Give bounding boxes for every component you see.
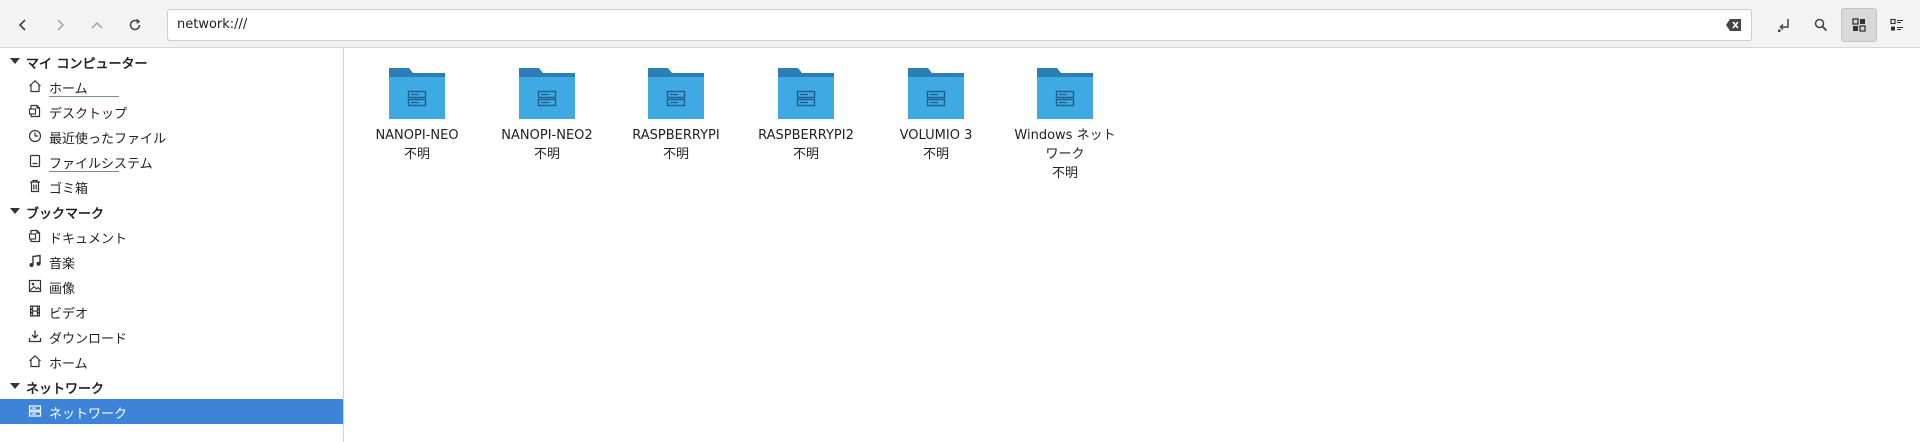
network-folder-icon xyxy=(778,68,834,119)
item-status: 不明 xyxy=(533,147,560,162)
network-share-item[interactable]: RASPBERRYPI2 不明 xyxy=(751,64,861,164)
item-name: RASPBERRYPI2 xyxy=(758,128,854,143)
backspace-clear-icon[interactable] xyxy=(1725,17,1743,33)
toggle-location-button[interactable] xyxy=(1767,8,1801,42)
sidebar-section-bookmarks[interactable]: ブックマーク xyxy=(0,199,343,224)
item-name: NANOPI-NEO xyxy=(375,128,459,143)
item-status: 不明 xyxy=(1051,166,1078,181)
sidebar-item-home-bookmark[interactable]: ホーム xyxy=(0,349,343,374)
network-share-item[interactable]: NANOPI-NEO 不明 xyxy=(362,64,472,164)
network-share-item[interactable]: VOLUMIO 3 不明 xyxy=(881,64,991,164)
sidebar-item-label: 音楽 xyxy=(49,257,76,272)
home-icon xyxy=(29,79,41,93)
sidebar-item-label: ファイルシステム xyxy=(49,157,153,172)
network-folder-icon xyxy=(389,68,445,119)
item-status: 不明 xyxy=(403,147,430,162)
location-input[interactable]: network:/// xyxy=(177,10,247,40)
home-icon xyxy=(29,354,41,368)
sidebar-item-music[interactable]: 音楽 xyxy=(0,249,343,274)
document-icon xyxy=(28,229,41,243)
sidebar-item-pictures[interactable]: 画像 xyxy=(0,274,343,299)
search-button[interactable] xyxy=(1804,8,1838,42)
sidebar-item-videos[interactable]: ビデオ xyxy=(0,299,343,324)
trash-icon xyxy=(30,179,40,193)
expander-arrow-icon[interactable] xyxy=(10,208,20,214)
forward-button[interactable] xyxy=(43,8,77,42)
network-folder-icon xyxy=(519,68,575,119)
item-status: 不明 xyxy=(792,147,819,162)
chevron-left-icon xyxy=(18,19,26,31)
video-icon xyxy=(30,305,40,317)
sidebar-item-label: ゴミ箱 xyxy=(49,182,89,197)
item-name: VOLUMIO 3 xyxy=(899,128,973,143)
expander-arrow-icon[interactable] xyxy=(10,58,20,64)
arrow-up-icon xyxy=(91,21,103,29)
sidebar-item-trash[interactable]: ゴミ箱 xyxy=(0,174,343,199)
up-button[interactable] xyxy=(80,8,114,42)
sidebar-item-label: ホーム xyxy=(49,82,88,97)
back-button[interactable] xyxy=(6,8,40,42)
recent-icon xyxy=(28,129,42,143)
item-name: Windows ネット xyxy=(1014,128,1116,143)
item-status: 不明 xyxy=(662,147,689,162)
sidebar-item-downloads[interactable]: ダウンロード xyxy=(0,324,343,349)
sidebar-item-label: 画像 xyxy=(49,282,76,297)
list-view-button[interactable] xyxy=(1880,8,1914,42)
sidebar-item-label: ドキュメント xyxy=(49,232,128,247)
item-status: 不明 xyxy=(922,147,949,162)
download-icon xyxy=(28,330,42,343)
drive-icon xyxy=(29,154,41,168)
sidebar-item-label: デスクトップ xyxy=(49,107,128,122)
network-share-item[interactable]: RASPBERRYPI 不明 xyxy=(621,64,731,164)
mount-usage-bar xyxy=(49,171,119,172)
search-icon xyxy=(1814,18,1828,32)
sidebar-item-label: ネットワーク xyxy=(49,407,128,422)
icon-view-button[interactable] xyxy=(1841,8,1877,42)
sidebar-item-recent[interactable]: 最近使ったファイル xyxy=(0,124,343,149)
sidebar-item-label: ホーム xyxy=(49,357,88,372)
sidebar-item-label: 最近使ったファイル xyxy=(49,132,167,147)
music-icon xyxy=(29,254,41,267)
file-view: NANOPI-NEO 不明 NANOPI-NEO2 不明 RASPBERRYPI… xyxy=(345,48,1920,442)
location-bar[interactable]: network:/// xyxy=(167,9,1752,41)
mount-usage-bar xyxy=(49,96,119,97)
network-share-item[interactable]: Windows ネット ワーク 不明 xyxy=(1010,64,1120,183)
sidebar: マイ コンピューター ホーム デスクトップ 最近使ったファイル ファイルシステム… xyxy=(0,48,344,442)
sidebar-section-network[interactable]: ネットワーク xyxy=(0,374,343,399)
chevron-right-icon xyxy=(57,19,65,31)
network-folder-icon xyxy=(648,68,704,119)
network-folder-icon xyxy=(1037,68,1093,119)
sidebar-item-documents[interactable]: ドキュメント xyxy=(0,224,343,249)
list-view-icon xyxy=(1890,18,1903,31)
refresh-icon xyxy=(129,18,141,31)
network-folder-icon xyxy=(908,68,964,119)
item-name-line2: ワーク xyxy=(1045,147,1085,162)
sidebar-item-desktop[interactable]: デスクトップ xyxy=(0,99,343,124)
item-name: RASPBERRYPI xyxy=(632,128,720,143)
sidebar-item-label: ビデオ xyxy=(49,307,89,322)
desktop-icon xyxy=(28,104,41,118)
toolbar: network:/// xyxy=(0,0,1920,48)
network-server-icon xyxy=(28,405,42,417)
item-name: NANOPI-NEO2 xyxy=(501,128,593,143)
grid-view-icon xyxy=(1852,18,1866,32)
edit-path-icon xyxy=(1778,19,1789,32)
sidebar-item-home[interactable]: ホーム xyxy=(0,74,343,99)
image-icon xyxy=(28,279,42,293)
network-share-item[interactable]: NANOPI-NEO2 不明 xyxy=(492,64,602,164)
expander-arrow-icon[interactable] xyxy=(10,383,20,389)
sidebar-item-network[interactable]: ネットワーク xyxy=(0,399,343,424)
sidebar-item-label: ダウンロード xyxy=(49,332,128,347)
sidebar-section-my-computer[interactable]: マイ コンピューター xyxy=(0,49,343,74)
reload-button[interactable] xyxy=(118,8,152,42)
sidebar-item-filesystem[interactable]: ファイルシステム xyxy=(0,149,343,174)
